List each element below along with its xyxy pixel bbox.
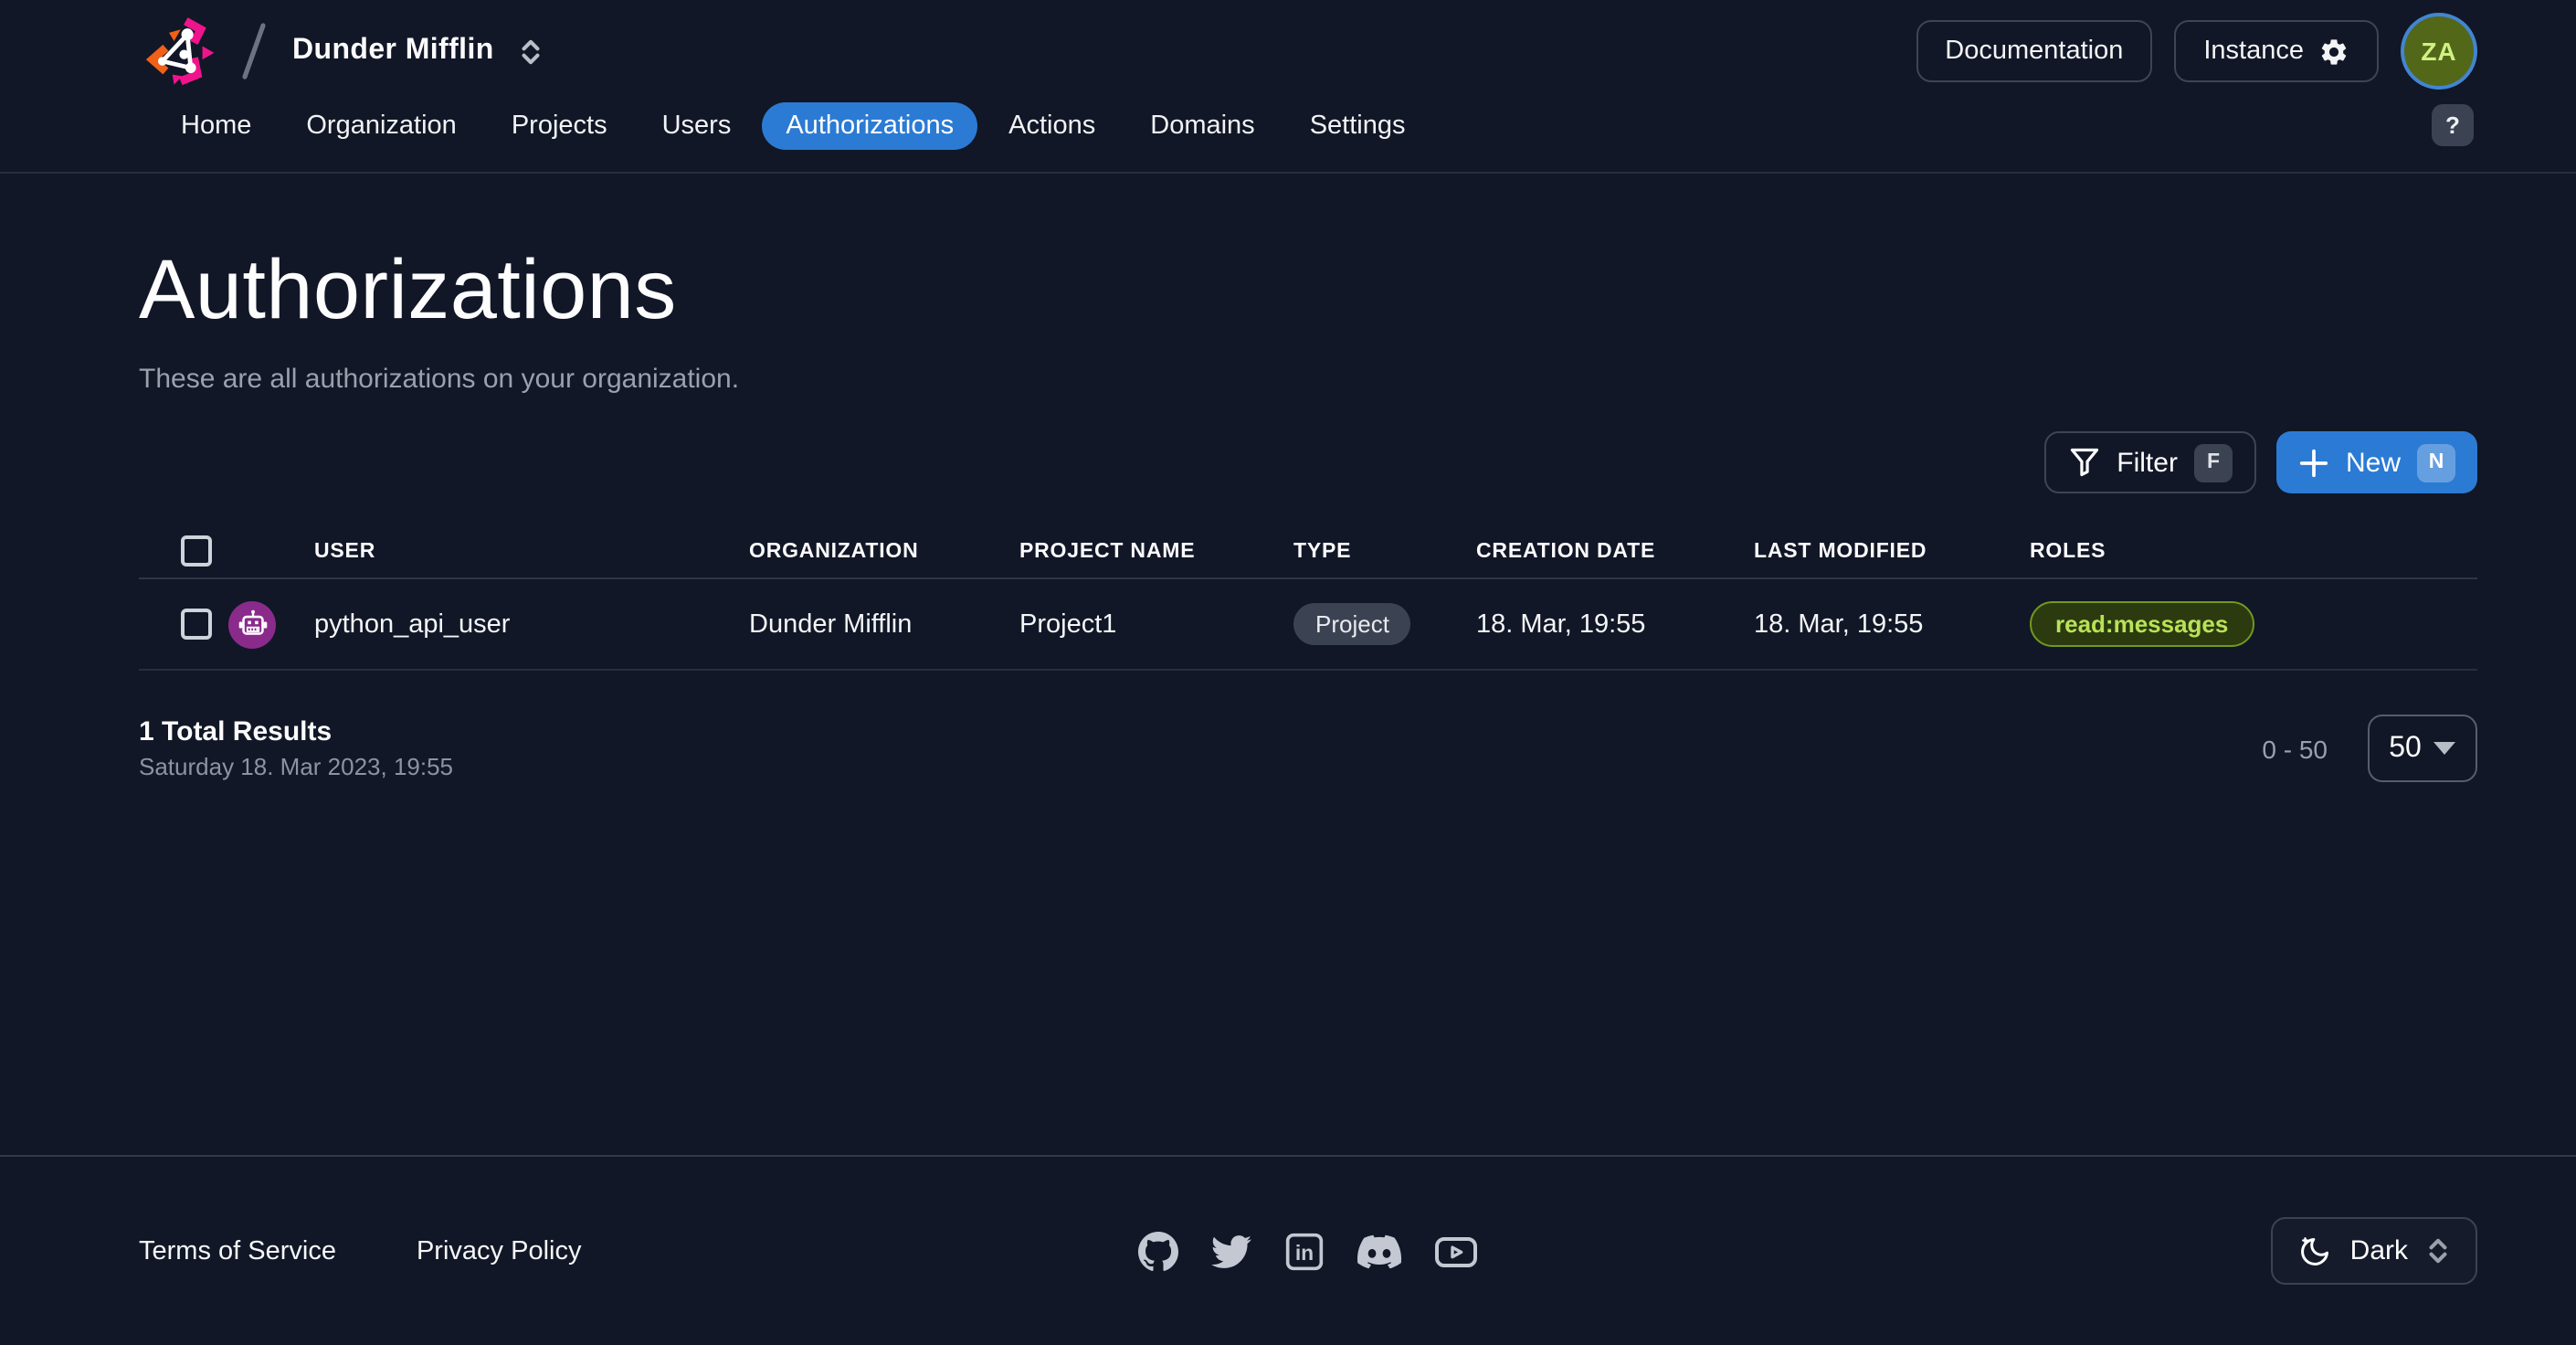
filter-shortcut-badge: F (2193, 443, 2233, 482)
type-badge: Project (1293, 603, 1411, 645)
column-header-user[interactable]: USER (314, 540, 749, 562)
svg-text:in: in (1295, 1240, 1314, 1264)
moon-icon (2301, 1236, 2329, 1265)
topbar-left: Dunder Mifflin (139, 13, 544, 90)
tab-authorizations[interactable]: Authorizations (762, 102, 978, 150)
nav-tabbar: Home Organization Projects Users Authori… (0, 102, 2576, 174)
tab-settings[interactable]: Settings (1286, 102, 1430, 150)
cell-roles: read:messages (2030, 601, 2477, 647)
page-size-select[interactable]: 50 (2368, 715, 2477, 782)
breadcrumb-slash (242, 23, 266, 79)
footer-right: Dark (1478, 1217, 2477, 1285)
help-button[interactable]: ? (2432, 104, 2474, 146)
theme-select[interactable]: Dark (2271, 1217, 2477, 1285)
select-all-checkbox[interactable] (181, 535, 212, 567)
column-header-roles[interactable]: ROLES (2030, 540, 2477, 562)
discord-icon[interactable] (1357, 1229, 1401, 1273)
tab-actions[interactable]: Actions (985, 102, 1119, 150)
column-header-organization[interactable]: ORGANIZATION (749, 540, 1019, 562)
cell-organization: Dunder Mifflin (749, 609, 913, 639)
tab-organization[interactable]: Organization (282, 102, 480, 150)
unfold-more-icon (2429, 1238, 2447, 1264)
user-avatar[interactable]: ZA (2401, 13, 2477, 90)
tab-projects[interactable]: Projects (488, 102, 631, 150)
column-header-creation-date[interactable]: CREATION DATE (1476, 540, 1754, 562)
service-user-avatar (228, 600, 276, 648)
youtube-icon[interactable] (1434, 1229, 1478, 1273)
funnel-icon (2070, 448, 2098, 477)
unfold-more-icon (523, 38, 541, 64)
page-footer: Terms of Service Privacy Policy in Dark (0, 1155, 2576, 1345)
column-header-type[interactable]: TYPE (1293, 540, 1476, 562)
robot-icon (238, 609, 267, 635)
role-badge: read:messages (2030, 601, 2254, 647)
github-icon[interactable] (1138, 1231, 1178, 1271)
filter-label: Filter (2117, 447, 2178, 478)
theme-label: Dark (2349, 1235, 2408, 1266)
pagination: 0 - 50 50 (2262, 715, 2477, 782)
documentation-button[interactable]: Documentation (1916, 20, 2153, 82)
instance-button[interactable]: Instance (2174, 20, 2379, 82)
avatar-initials: ZA (2421, 37, 2457, 66)
page-range: 0 - 50 (2262, 734, 2328, 763)
page-subtitle: These are all authorizations on your org… (139, 364, 740, 395)
filter-button[interactable]: Filter F (2043, 431, 2256, 493)
table-header-row: USER ORGANIZATION PROJECT NAME TYPE CREA… (139, 524, 2477, 579)
new-label: New (2345, 447, 2401, 478)
table-row[interactable]: python_api_user Dunder Mifflin Project1 … (139, 579, 2477, 671)
cell-creation-date: 18. Mar, 19:55 (1476, 609, 1646, 639)
documentation-label: Documentation (1945, 37, 2124, 66)
actions-row: Filter F New N (139, 431, 2477, 493)
page-size-value: 50 (2389, 732, 2422, 763)
tab-home[interactable]: Home (157, 102, 275, 150)
page-title: Authorizations (139, 241, 677, 336)
cell-user: python_api_user (314, 609, 511, 639)
column-header-last-modified[interactable]: LAST MODIFIED (1754, 540, 2030, 562)
app-root: Dunder Mifflin Documentation Instance ZA (0, 0, 2576, 1345)
results-timestamp: Saturday 18. Mar 2023, 19:55 (139, 753, 454, 780)
linkedin-icon[interactable]: in (1284, 1231, 1325, 1271)
org-switcher[interactable]: Dunder Mifflin (292, 35, 544, 68)
privacy-policy-link[interactable]: Privacy Policy (417, 1236, 582, 1266)
caret-down-icon (2433, 742, 2456, 755)
tab-users[interactable]: Users (639, 102, 755, 150)
nav-tabs: Home Organization Projects Users Authori… (157, 102, 1430, 150)
gear-icon (2321, 38, 2347, 64)
zitadel-logo-icon[interactable] (139, 13, 219, 90)
tab-domains[interactable]: Domains (1126, 102, 1278, 150)
row-checkbox[interactable] (181, 609, 212, 640)
topbar-right: Documentation Instance ZA (1916, 13, 2477, 90)
authorizations-table: USER ORGANIZATION PROJECT NAME TYPE CREA… (139, 524, 2477, 671)
footer-social: in (1138, 1229, 1478, 1273)
topbar: Dunder Mifflin Documentation Instance ZA (0, 0, 2576, 102)
cell-last-modified: 18. Mar, 19:55 (1754, 609, 1924, 639)
plus-icon (2299, 448, 2328, 477)
total-results: 1 Total Results (139, 716, 333, 747)
summary-left: 1 Total Results Saturday 18. Mar 2023, 1… (139, 716, 453, 780)
org-name: Dunder Mifflin (292, 35, 494, 66)
cell-project-name: Project1 (1019, 609, 1117, 639)
instance-label: Instance (2203, 37, 2304, 66)
terms-of-service-link[interactable]: Terms of Service (139, 1236, 336, 1266)
cell-type: Project (1293, 603, 1476, 645)
footer-links: Terms of Service Privacy Policy (139, 1236, 1138, 1266)
new-shortcut-badge: N (2417, 443, 2455, 482)
main-content: Authorizations These are all authorizati… (0, 174, 2576, 1155)
column-header-project-name[interactable]: PROJECT NAME (1019, 540, 1293, 562)
new-button[interactable]: New N (2275, 431, 2477, 493)
summary-row: 1 Total Results Saturday 18. Mar 2023, 1… (139, 715, 2477, 782)
twitter-icon[interactable] (1211, 1231, 1251, 1271)
row-avatar-cell (225, 600, 314, 648)
